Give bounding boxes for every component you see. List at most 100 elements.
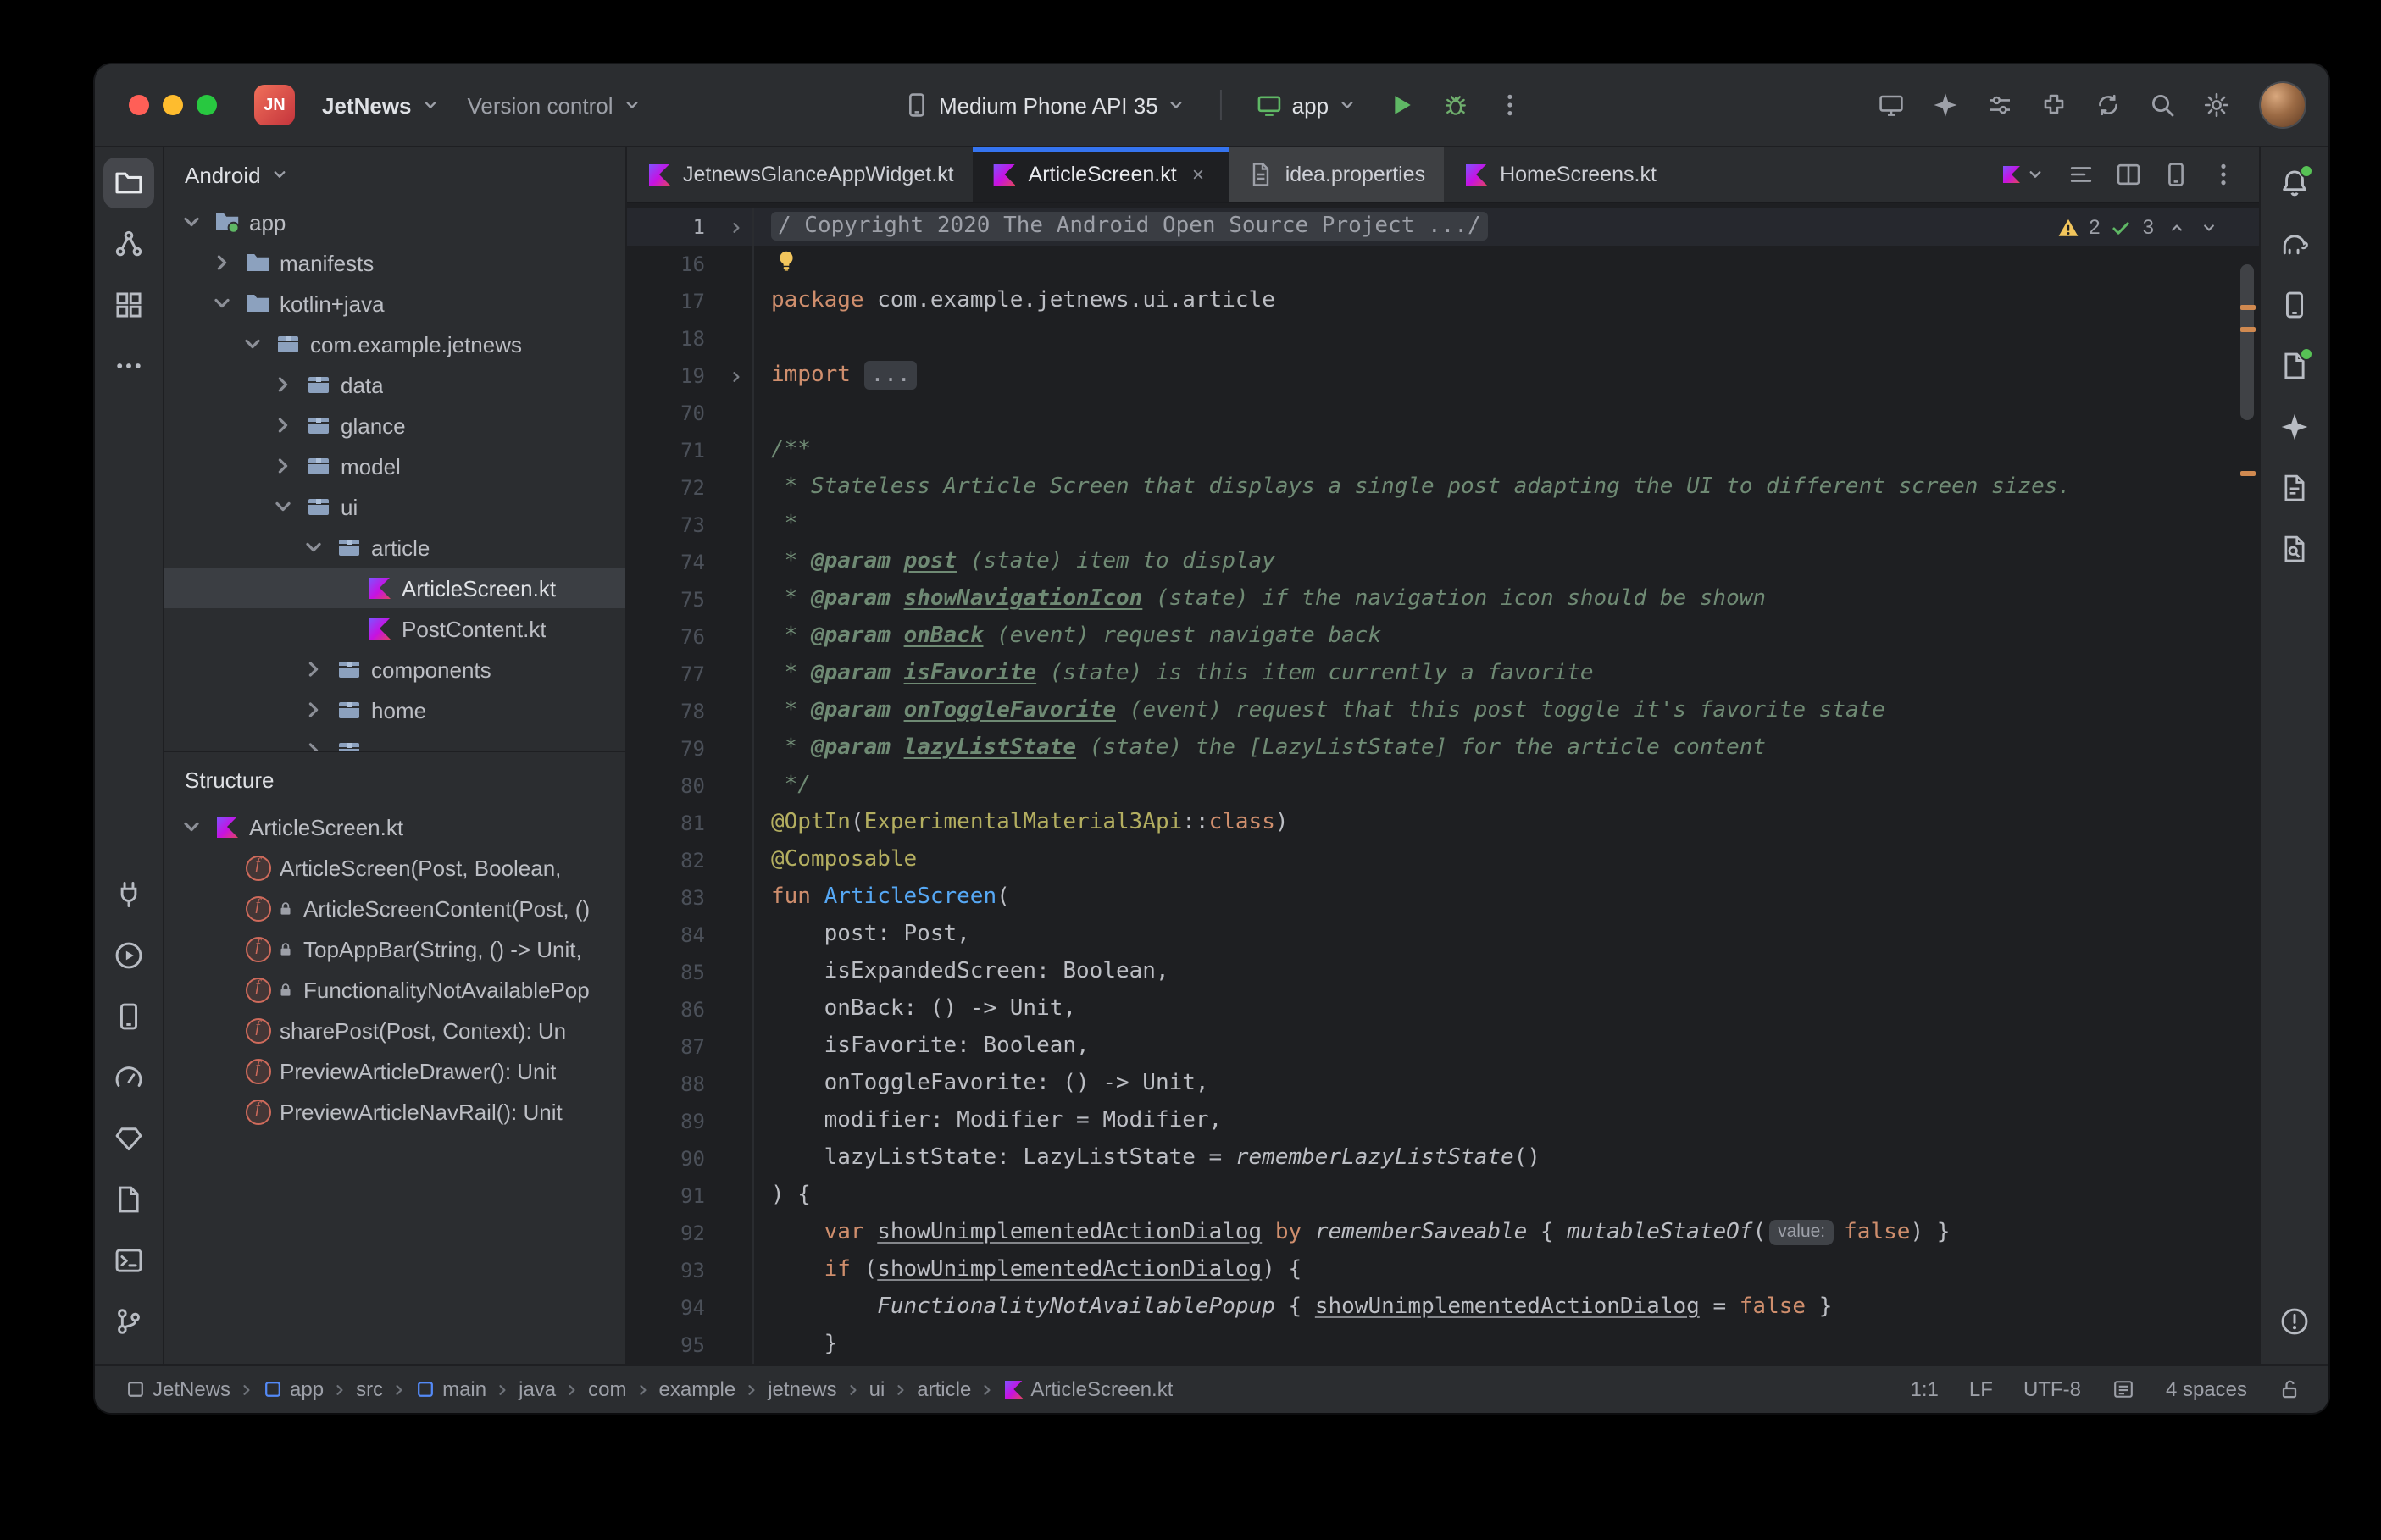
code-line-84[interactable]: 84 post: Post, [627,917,2259,954]
benchmark-tool-button[interactable] [103,1052,154,1103]
code-line-79[interactable]: 79 * @param lazyListState (state) the [L… [627,730,2259,767]
project-item-data[interactable]: data [164,364,625,405]
breadcrumb-main[interactable]: main [415,1377,486,1401]
device-manager-tool-button[interactable] [103,991,154,1042]
breadcrumb-jetnews[interactable]: JetNews [125,1377,230,1401]
tab-articlescreen-kt[interactable]: ArticleScreen.kt [973,147,1229,202]
structure-item-articlescreen-kt[interactable]: ArticleScreen.kt [164,806,625,847]
inspections-widget[interactable]: 2 3 [2056,208,2218,246]
chevron-down-icon[interactable] [178,813,205,840]
app-quality-insights-tool-button[interactable] [103,1113,154,1164]
next-problem-icon[interactable] [2200,218,2218,236]
code-line-80[interactable]: 80 */ [627,767,2259,805]
gemini-button[interactable] [1922,81,1969,129]
code-line-89[interactable]: 89 modifier: Modifier = Modifier, [627,1103,2259,1140]
device-preview-button[interactable] [2154,152,2198,197]
project-item-com-example-jetnews[interactable]: com.example.jetnews [164,324,625,364]
cursor-position[interactable]: 1:1 [1911,1377,1939,1401]
structure-item-articlescreen-post-boolean[interactable]: fArticleScreen(Post, Boolean, [164,847,625,888]
code-line-86[interactable]: 86 onBack: () -> Unit, [627,991,2259,1028]
structure-item-previewarticledrawer-unit[interactable]: fPreviewArticleDrawer(): Unit [164,1050,625,1091]
close-window-button[interactable] [129,95,149,115]
breadcrumb-jetnews[interactable]: jetnews [768,1377,836,1401]
readonly-lock-icon[interactable] [2278,1377,2301,1401]
project-item-app[interactable]: app [164,202,625,242]
device-selector[interactable]: Medium Phone API 35 [890,85,1201,125]
code-line-71[interactable]: 71/** [627,432,2259,469]
search-everywhere-button[interactable] [2139,81,2186,129]
terminal-tool-button[interactable] [103,1235,154,1286]
breadcrumb-article[interactable]: article [917,1377,971,1401]
close-tab-icon[interactable] [1187,163,1211,186]
device-mirroring-button[interactable] [1868,81,1915,129]
scrollbar-thumb[interactable] [2240,264,2254,420]
indent-setting[interactable]: 4 spaces [2166,1377,2247,1401]
warning-stripe-mark[interactable] [2240,305,2256,310]
code-line-93[interactable]: 93 if (showUnimplementedActionDialog) { [627,1252,2259,1289]
code-line-17[interactable]: 17package com.example.jetnews.ui.article [627,283,2259,320]
tab-list-button[interactable] [2059,152,2103,197]
chevron-right-icon[interactable] [269,371,297,398]
code-line-90[interactable]: 90 lazyListState: LazyListState = rememb… [627,1140,2259,1177]
code-line-78[interactable]: 78 * @param onToggleFavorite (event) req… [627,693,2259,730]
code-line-73[interactable]: 73 * [627,507,2259,544]
code-line-83[interactable]: 83fun ArticleScreen( [627,879,2259,917]
project-item-article[interactable]: article [164,527,625,568]
gemini-tool-button[interactable] [2269,402,2320,452]
code-line-16[interactable]: 16 [627,246,2259,283]
chevron-right-icon[interactable] [269,412,297,439]
fold-marker-icon[interactable] [726,218,745,236]
chevron-down-icon[interactable] [178,208,205,235]
line-separator[interactable]: LF [1969,1377,1993,1401]
version-control-menu[interactable]: Version control [454,86,656,125]
project-item-kotlin-java[interactable]: kotlin+java [164,283,625,324]
structure-item-functionalitynotavailablepop[interactable]: fFunctionalityNotAvailablePop [164,969,625,1010]
more-run-actions-button[interactable] [1486,81,1534,129]
code-line-70[interactable]: 70 [627,395,2259,432]
project-view-selector[interactable]: Android [164,147,625,202]
build-variants-tool-button[interactable] [2269,463,2320,513]
code-line-74[interactable]: 74 * @param post (state) item to display [627,544,2259,581]
project-item-manifests[interactable]: manifests [164,242,625,283]
code-line-19[interactable]: 19import ... [627,357,2259,395]
project-item-ui[interactable]: ui [164,486,625,527]
code-line-91[interactable]: 91) { [627,1177,2259,1215]
code-line-81[interactable]: 81@OptIn(ExperimentalMaterial3Api::class… [627,805,2259,842]
chevron-down-icon[interactable] [300,534,327,561]
profiler-tool-button[interactable] [103,930,154,981]
chevron-right-icon[interactable] [300,656,327,683]
structure-item-sharepost-post-context-un[interactable]: fsharePost(Post, Context): Un [164,1010,625,1050]
project-item-clipped[interactable] [164,730,625,751]
build-variants-button[interactable] [1976,81,2023,129]
breadcrumb-java[interactable]: java [519,1377,556,1401]
chevron-down-icon[interactable] [208,290,236,317]
device-manager-tool-button[interactable] [2269,280,2320,330]
code-line-76[interactable]: 76 * @param onBack (event) request navig… [627,618,2259,656]
problems-tool-button[interactable] [2269,1296,2320,1347]
gradle-tool-button[interactable] [2269,219,2320,269]
prev-problem-icon[interactable] [2167,218,2186,236]
logcat-tool-button[interactable] [103,1174,154,1225]
project-item-postcontent-kt[interactable]: PostContent.kt [164,608,625,649]
breadcrumb-com[interactable]: com [588,1377,626,1401]
breadcrumb-app[interactable]: app [263,1377,324,1401]
plugins-button[interactable] [2030,81,2078,129]
code-line-95[interactable]: 95 } [627,1327,2259,1364]
pull-requests-tool-button[interactable] [103,219,154,269]
project-item-home[interactable]: home [164,690,625,730]
code-line-72[interactable]: 72 * Stateless Article Screen that displ… [627,469,2259,507]
hidden-tabs-dropdown[interactable] [1990,147,2059,202]
code-line-82[interactable]: 82@Composable [627,842,2259,879]
code-line-75[interactable]: 75 * @param showNavigationIcon (state) i… [627,581,2259,618]
code-editor[interactable]: 1/ Copyright 2020 The Android Open Sourc… [627,203,2259,1364]
project-item-model[interactable]: model [164,446,625,486]
run-button[interactable] [1378,81,1425,129]
zoom-window-button[interactable] [197,95,217,115]
notifications-tool-button[interactable] [2269,158,2320,208]
code-line-87[interactable]: 87 isFavorite: Boolean, [627,1028,2259,1066]
code-line-94[interactable]: 94 FunctionalityNotAvailablePopup { show… [627,1289,2259,1327]
breadcrumb-articlescreen-kt[interactable]: ArticleScreen.kt [1003,1377,1173,1401]
code-style-icon[interactable] [2112,1377,2135,1401]
project-item-articlescreen-kt[interactable]: ArticleScreen.kt [164,568,625,608]
breadcrumb-ui[interactable]: ui [869,1377,885,1401]
